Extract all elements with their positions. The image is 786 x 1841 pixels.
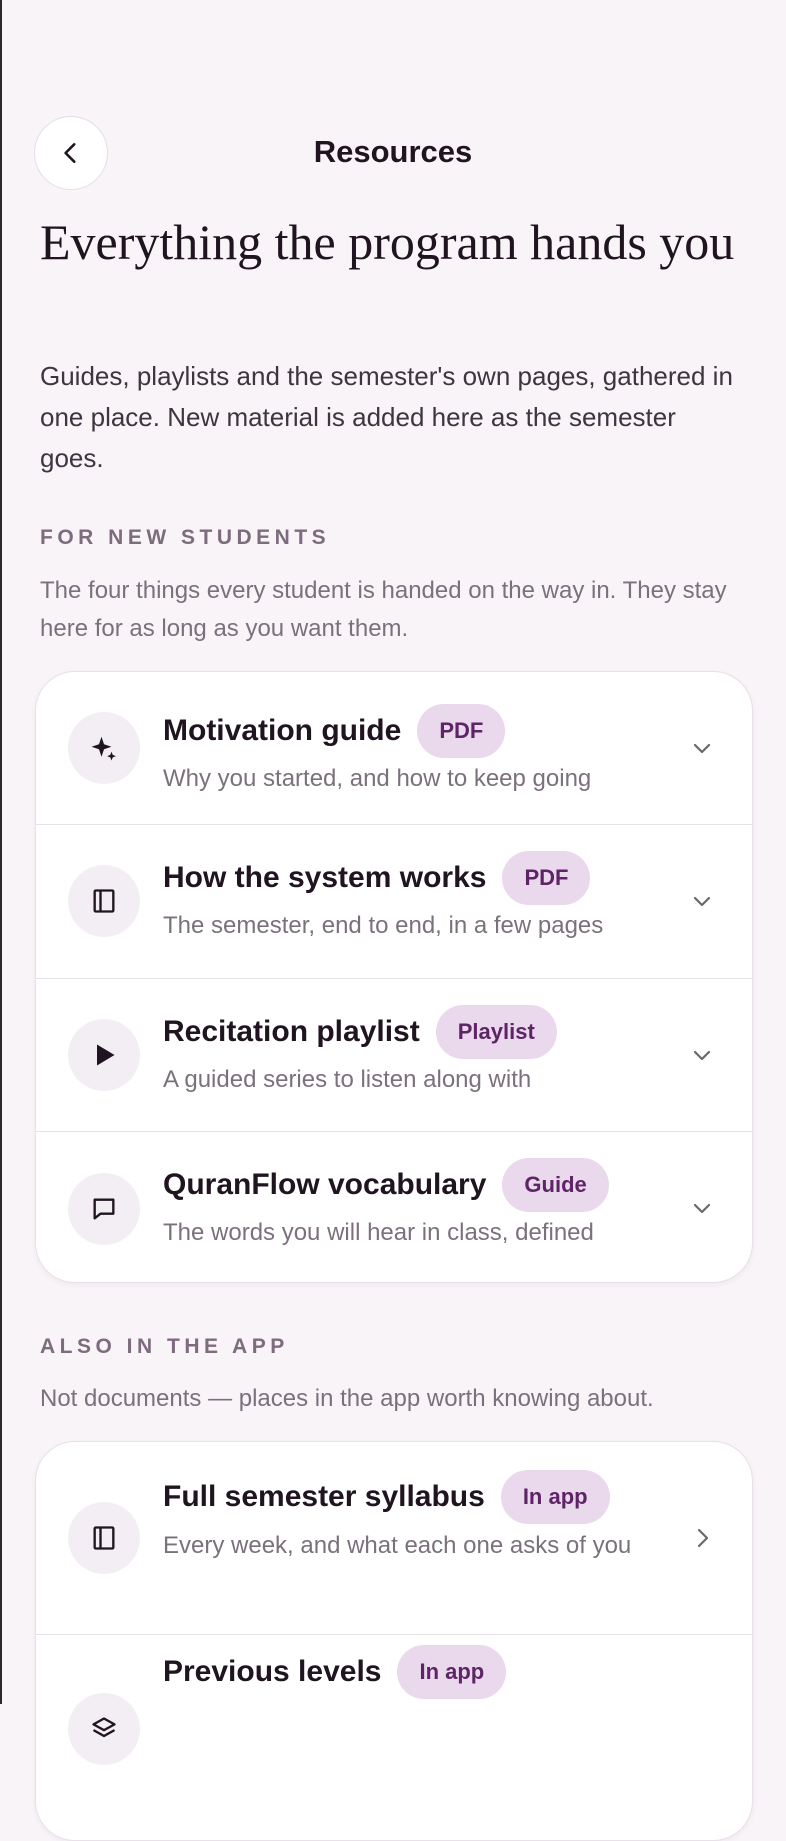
- in-app-card: Full semester syllabus In app Every week…: [35, 1441, 753, 1841]
- resource-row-motivation-guide[interactable]: Motivation guide PDF Why you started, an…: [36, 672, 752, 825]
- row-title-line: QuranFlow vocabulary Guide: [163, 1158, 609, 1212]
- type-badge: PDF: [417, 704, 506, 758]
- chevron-down-icon: [693, 1203, 711, 1214]
- chevron-down-icon: [693, 1050, 711, 1061]
- resource-row-previous-levels[interactable]: Previous levels In app: [36, 1635, 752, 1835]
- row-icon-container: [68, 1173, 140, 1245]
- row-icon-container: [68, 865, 140, 937]
- row-title-line: How the system works PDF: [163, 851, 591, 905]
- row-title: Full semester syllabus: [163, 1480, 485, 1513]
- row-subtitle: A guided series to listen along with: [163, 1066, 532, 1093]
- window-edge: [0, 0, 2, 1704]
- row-title: Recitation playlist: [163, 1015, 420, 1048]
- book-icon: [93, 1526, 115, 1550]
- row-title: Previous levels: [163, 1655, 382, 1688]
- type-badge: Guide: [502, 1158, 609, 1212]
- type-badge: PDF: [502, 851, 591, 905]
- hero-description: Guides, playlists and the semester's own…: [40, 361, 733, 473]
- row-subtitle: Every week, and what each one asks of yo…: [163, 1532, 632, 1559]
- book-icon: [93, 889, 115, 913]
- row-title-line: Previous levels In app: [163, 1645, 507, 1699]
- row-icon-container: [68, 1019, 140, 1091]
- type-badge: Playlist: [435, 1005, 557, 1059]
- expand-control[interactable]: [688, 1041, 716, 1069]
- row-subtitle: The words you will hear in class, define…: [163, 1219, 594, 1246]
- section-label-new-students: FOR NEW STUDENTS: [40, 526, 331, 549]
- row-title: Motivation guide: [163, 714, 402, 747]
- speech-bubble-icon: [93, 1198, 115, 1220]
- hero-title: Everything the program hands you: [40, 214, 735, 270]
- chevron-down-icon: [693, 896, 711, 907]
- section-label-in-app: ALSO IN THE APP: [40, 1335, 289, 1358]
- row-title: QuranFlow vocabulary: [163, 1168, 487, 1201]
- expand-control[interactable]: [688, 734, 716, 762]
- resource-row-how-the-system-works[interactable]: How the system works PDF The semester, e…: [36, 825, 752, 979]
- resource-row-recitation-playlist[interactable]: Recitation playlist Playlist A guided se…: [36, 979, 752, 1132]
- navigate-control[interactable]: [688, 1524, 716, 1552]
- row-subtitle: The semester, end to end, in a few pages: [163, 912, 604, 939]
- section-description-new-students: The four things every student is handed …: [40, 577, 727, 642]
- row-icon-container: [68, 1502, 140, 1574]
- chevron-down-icon: [693, 743, 711, 754]
- chevron-right-icon: [697, 1528, 709, 1548]
- row-title-line: Full semester syllabus In app: [163, 1470, 610, 1524]
- header: Resources: [0, 116, 786, 192]
- resource-row-full-semester-syllabus[interactable]: Full semester syllabus In app Every week…: [36, 1442, 752, 1635]
- page-title: Resources: [313, 134, 473, 169]
- type-badge: In app: [397, 1645, 507, 1699]
- play-icon: [97, 1044, 115, 1066]
- row-title: How the system works: [163, 861, 487, 894]
- section-description-in-app: Not documents — places in the app worth …: [40, 1385, 654, 1412]
- new-students-card: Motivation guide PDF Why you started, an…: [35, 671, 753, 1283]
- row-icon-container: [68, 712, 140, 784]
- row-subtitle: Why you started, and how to keep going: [163, 765, 592, 792]
- expand-control[interactable]: [688, 887, 716, 915]
- expand-control[interactable]: [688, 1194, 716, 1222]
- sparkle-icon: [91, 736, 116, 761]
- type-badge: In app: [500, 1470, 610, 1524]
- row-title-line: Recitation playlist Playlist: [163, 1005, 557, 1059]
- resource-row-quranflow-vocabulary[interactable]: QuranFlow vocabulary Guide The words you…: [36, 1132, 752, 1282]
- layers-icon: [92, 1717, 116, 1738]
- row-title-line: Motivation guide PDF: [163, 704, 506, 758]
